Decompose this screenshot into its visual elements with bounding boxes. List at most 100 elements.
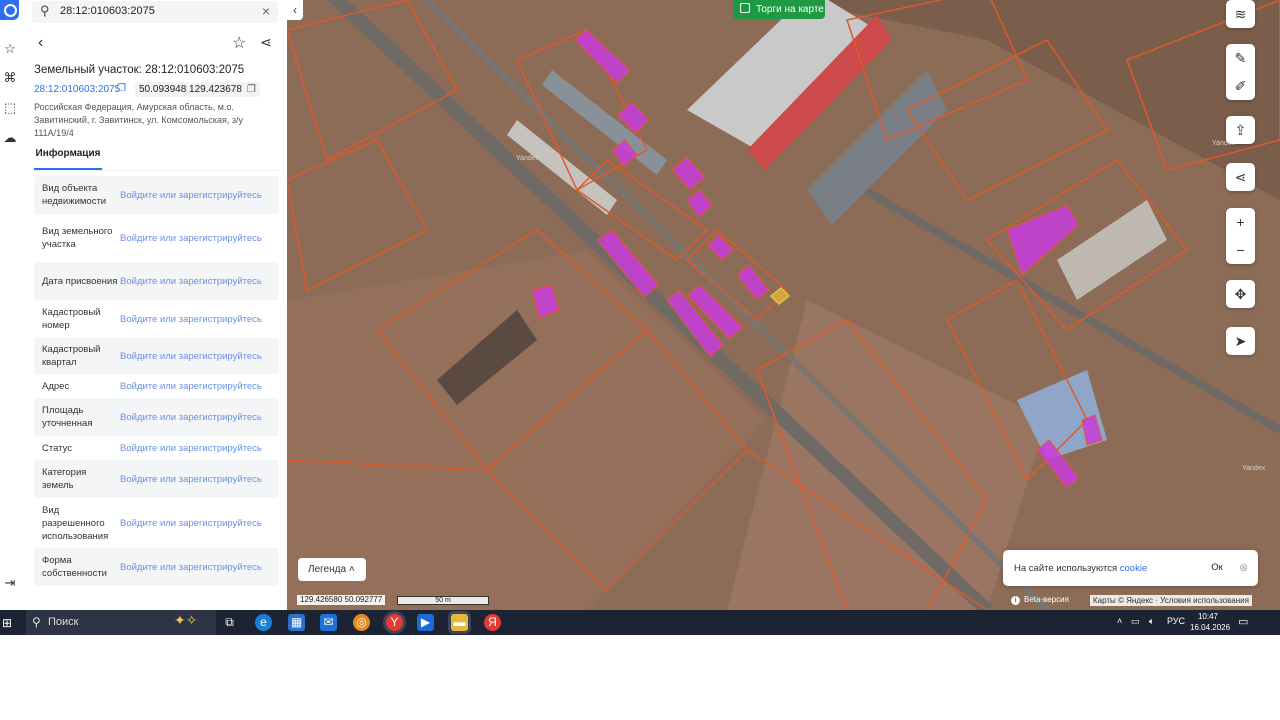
login-register-link[interactable]: Войдите или зарегистрируйтесь — [120, 443, 262, 454]
chevron-up-icon: ˄ — [348, 564, 355, 575]
mail-icon[interactable]: ✉ — [320, 614, 337, 631]
tab-information[interactable]: Информация — [34, 148, 102, 170]
login-icon[interactable]: ⇥ — [2, 575, 18, 591]
info-row-label: Площадь уточненная — [42, 405, 93, 429]
search-icon: ⚲ — [40, 3, 50, 18]
pan-button[interactable]: ✥ — [1226, 280, 1255, 308]
draw-tools[interactable]: ✎ ✐ — [1226, 44, 1255, 100]
copy-coordinates-icon[interactable]: ❐ — [247, 84, 256, 95]
edge-browser-icon[interactable]: e — [255, 614, 272, 631]
collapse-panel-button[interactable]: ‹ — [287, 0, 303, 20]
zoom-in-button[interactable]: + — [1226, 208, 1255, 236]
taskbar-search[interactable]: ⚲ Поиск ✦✧ — [26, 610, 216, 635]
login-register-link[interactable]: Войдите или зарегистрируйтесь — [120, 518, 262, 529]
select-area-icon[interactable]: ⬚ — [2, 100, 18, 116]
parcel-panel: ⚲ 28:12:010603:2075 × ‹ ☆ ⋖ Земельный уч… — [26, 0, 287, 610]
login-register-link[interactable]: Войдите или зарегистрируйтесь — [120, 474, 262, 485]
search-input[interactable]: 28:12:010603:2075 — [60, 5, 155, 17]
login-register-link[interactable]: Войдите или зарегистрируйтесь — [120, 314, 262, 325]
info-row: Кадастровый квартал Войдите или зарегист… — [34, 338, 279, 374]
sparkle-icon[interactable]: ✦✧ — [174, 612, 197, 629]
tab-divider — [34, 170, 279, 171]
network-icon[interactable]: ▭ — [1131, 616, 1140, 627]
copy-id-icon[interactable]: ❐ — [117, 83, 126, 94]
login-register-link[interactable]: Войдите или зарегистрируйтесь — [120, 351, 262, 362]
language-indicator[interactable]: РУС — [1167, 616, 1185, 626]
satellite-map[interactable]: Yandex Yandex Yandex ‹ Торги на карте ≋ … — [287, 0, 1280, 610]
info-row: Вид земельного участка Войдите или зарег… — [34, 214, 279, 262]
cookie-ok-button[interactable]: Ок — [1202, 559, 1232, 577]
task-view-icon[interactable]: ⧉ — [221, 614, 238, 631]
torgi-toggle[interactable]: Торги на карте — [733, 0, 825, 19]
back-chevron-icon[interactable]: ‹ — [38, 34, 43, 52]
info-row: Площадь уточненная Войдите или зарегистр… — [34, 398, 279, 436]
info-row: Кадастровый номер Войдите или зарегистри… — [34, 300, 279, 338]
login-register-link[interactable]: Войдите или зарегистрируйтесь — [120, 276, 262, 287]
coordinates-badge[interactable]: 50.093948 129.423678 ❐ — [135, 82, 260, 97]
store-icon[interactable]: ▦ — [288, 614, 305, 631]
login-register-link[interactable]: Войдите или зарегистрируйтесь — [120, 233, 262, 244]
map-watermark: Yandex — [1242, 465, 1266, 472]
cloud-icon[interactable]: ☁ — [2, 130, 18, 146]
share-icon[interactable]: ⋖ — [260, 34, 272, 51]
file-explorer-icon[interactable]: ▬ — [451, 614, 468, 631]
info-row: Адрес Войдите или зарегистрируйтесь — [34, 374, 279, 398]
system-clock[interactable]: 10:47 16.04.2026 — [1190, 611, 1230, 633]
layers-button[interactable]: ≋ — [1226, 0, 1255, 28]
info-row: Категория земель Войдите или зарегистрир… — [34, 460, 279, 498]
login-register-link[interactable]: Войдите или зарегистрируйтесь — [120, 190, 262, 201]
share-map-button[interactable]: ⋖ — [1226, 163, 1255, 191]
search-icon: ⚲ — [32, 615, 41, 629]
cookie-link[interactable]: cookie — [1120, 563, 1147, 574]
beta-badge[interactable]: i Beta-версия — [1011, 595, 1069, 605]
beta-label: Beta-версия — [1024, 595, 1069, 604]
measure-tool-icon[interactable]: ⌘ — [2, 70, 18, 86]
info-row-label: Вид земельного участка — [42, 226, 113, 250]
parcel-id-link[interactable]: 28:12:010603:2075 — [34, 84, 120, 95]
info-row: Вид объекта недвижимости Войдите или зар… — [34, 176, 279, 214]
info-row: Форма собственности Войдите или зарегист… — [34, 548, 279, 586]
coordinates-value: 50.093948 129.423678 — [139, 84, 242, 95]
search-bar[interactable]: ⚲ 28:12:010603:2075 × — [32, 1, 278, 23]
edit-icon[interactable]: ✐ — [1226, 72, 1255, 100]
volume-icon[interactable]: 🔈︎ — [1149, 616, 1154, 627]
cookie-message: На сайте используются — [1014, 563, 1118, 574]
chevron-up-icon[interactable]: ˄ — [1117, 616, 1122, 626]
notification-icon[interactable]: ▭ — [1238, 615, 1248, 628]
share-icon: ⋖ — [1234, 169, 1247, 185]
info-row: Дата присвоения Войдите или зарегистриру… — [34, 262, 279, 300]
login-register-link[interactable]: Войдите или зарегистрируйтесь — [120, 381, 262, 392]
clear-search-icon[interactable]: × — [262, 3, 270, 19]
yandex-browser-icon[interactable]: Y — [386, 614, 403, 631]
geolocation-button[interactable]: ➤ — [1226, 327, 1255, 355]
move-icon: ✥ — [1234, 286, 1247, 302]
media-player-icon[interactable]: ▶ — [417, 614, 434, 631]
page-title: Земельный участок: 28:12:010603:2075 — [34, 64, 245, 76]
legend-button[interactable]: Легенда ˄ — [298, 558, 366, 581]
map-attribution[interactable]: Карты © Яндекс · Условия использования — [1090, 595, 1252, 606]
login-register-link[interactable]: Войдите или зарегистрируйтесь — [120, 412, 262, 423]
left-rail: ☆ ⌘ ⬚ ☁ ⇥ — [0, 0, 27, 610]
favorite-star-icon[interactable]: ☆ — [232, 33, 246, 53]
navigation-arrow-icon: ➤ — [1234, 333, 1247, 349]
clock-time: 10:47 — [1197, 612, 1219, 621]
app-logo-icon[interactable] — [0, 0, 19, 20]
windows-start-icon[interactable]: ⊞ — [2, 616, 12, 630]
info-table: Вид объекта недвижимости Войдите или зар… — [34, 176, 279, 586]
zoom-controls[interactable]: + − — [1226, 208, 1255, 264]
zoom-out-button[interactable]: − — [1226, 236, 1255, 264]
close-icon[interactable]: ⊗ — [1239, 561, 1248, 574]
favorites-star-icon[interactable]: ☆ — [2, 41, 18, 57]
cursor-coordinates: 129.426580 50.092777 — [297, 595, 386, 605]
login-register-link[interactable]: Войдите или зарегистрируйтесь — [120, 562, 262, 573]
yandex-icon[interactable]: Я — [484, 614, 501, 631]
info-row: Вид разрешенного использования Войдите и… — [34, 498, 279, 548]
torgi-label: Торги на карте — [756, 4, 824, 15]
cookie-banner: На сайте используются cookie Ок ⊗ — [1003, 550, 1258, 586]
browser-app-icon[interactable]: ◎ — [353, 614, 370, 631]
pencil-icon[interactable]: ✎ — [1226, 44, 1255, 72]
upload-button[interactable]: ⇪ — [1226, 116, 1255, 144]
scale-bar: 50 m — [397, 596, 489, 605]
legend-label: Легенда — [308, 564, 347, 575]
checkbox-icon[interactable] — [740, 3, 750, 13]
